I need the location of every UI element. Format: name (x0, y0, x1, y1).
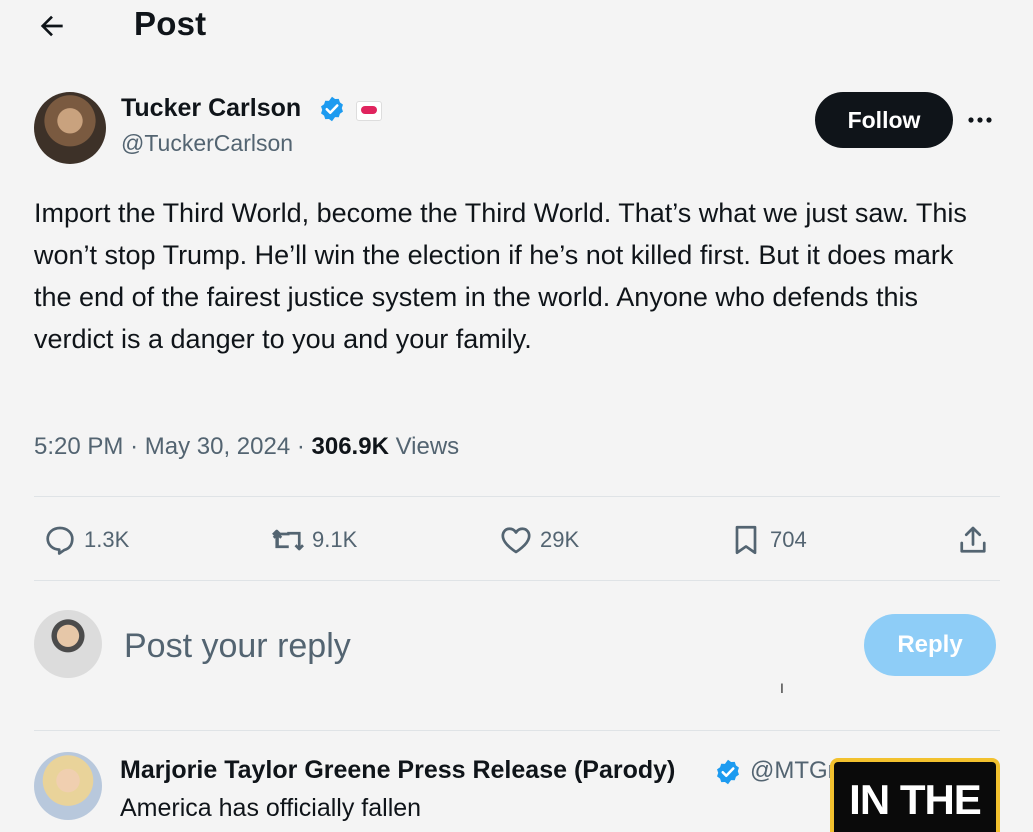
author-handle[interactable]: @TuckerCarlson (121, 130, 293, 157)
comment-icon (46, 526, 74, 555)
post-meta: 5:20 PM · May 30, 2024 · 306.9K Views (34, 433, 459, 461)
viewer-avatar (34, 610, 102, 678)
meta-separator: · (130, 433, 139, 460)
heart-icon (501, 527, 531, 554)
reply-text: America has officially fallen (120, 794, 422, 822)
post-time[interactable]: 5:20 PM (34, 433, 123, 460)
top-bar: Post (0, 0, 1033, 52)
author-name[interactable]: Tucker Carlson (121, 94, 301, 123)
divider (34, 496, 1000, 497)
verified-badge-icon (321, 96, 343, 122)
author-avatar[interactable] (34, 92, 106, 164)
overlay-logo-text: IN THE (849, 776, 982, 823)
views-count: 306.9K (311, 433, 389, 460)
verified-badge-icon (717, 759, 739, 785)
overlay-logo: IN THE (830, 758, 1000, 832)
share-action[interactable] (955, 520, 997, 560)
reply-action[interactable]: 1.3K (42, 520, 129, 560)
reply-author-name[interactable]: Marjorie Taylor Greene Press Release (Pa… (120, 756, 675, 785)
meta-separator: · (296, 433, 305, 460)
follow-button[interactable]: Follow (815, 92, 953, 148)
share-icon (960, 526, 986, 553)
reply-button[interactable]: Reply (864, 614, 996, 676)
text-cursor-icon: I (780, 680, 784, 696)
reply-author-handle[interactable]: @MTGr (750, 757, 836, 785)
post-date[interactable]: May 30, 2024 (145, 433, 290, 460)
repost-count: 9.1K (312, 527, 358, 552)
repost-icon (272, 529, 304, 551)
arrow-left-icon[interactable] (36, 10, 68, 42)
reply-input[interactable] (120, 620, 828, 672)
bookmark-icon (735, 525, 757, 555)
like-action[interactable]: 29K (498, 520, 579, 560)
divider (34, 730, 1000, 731)
views-label: Views (395, 433, 460, 460)
reply-count: 1.3K (84, 527, 130, 552)
like-count: 29K (540, 527, 580, 552)
more-horizontal-icon[interactable] (962, 110, 998, 130)
reply-author-avatar[interactable] (34, 752, 102, 820)
bookmark-action[interactable]: 704 (728, 520, 807, 560)
repost-action[interactable]: 9.1K (270, 520, 357, 560)
divider (34, 580, 1000, 581)
bookmark-count: 704 (770, 527, 807, 552)
page-title: Post (134, 5, 207, 42)
post-text: Import the Third World, become the Third… (34, 198, 967, 354)
affiliation-badge-icon (356, 101, 382, 121)
